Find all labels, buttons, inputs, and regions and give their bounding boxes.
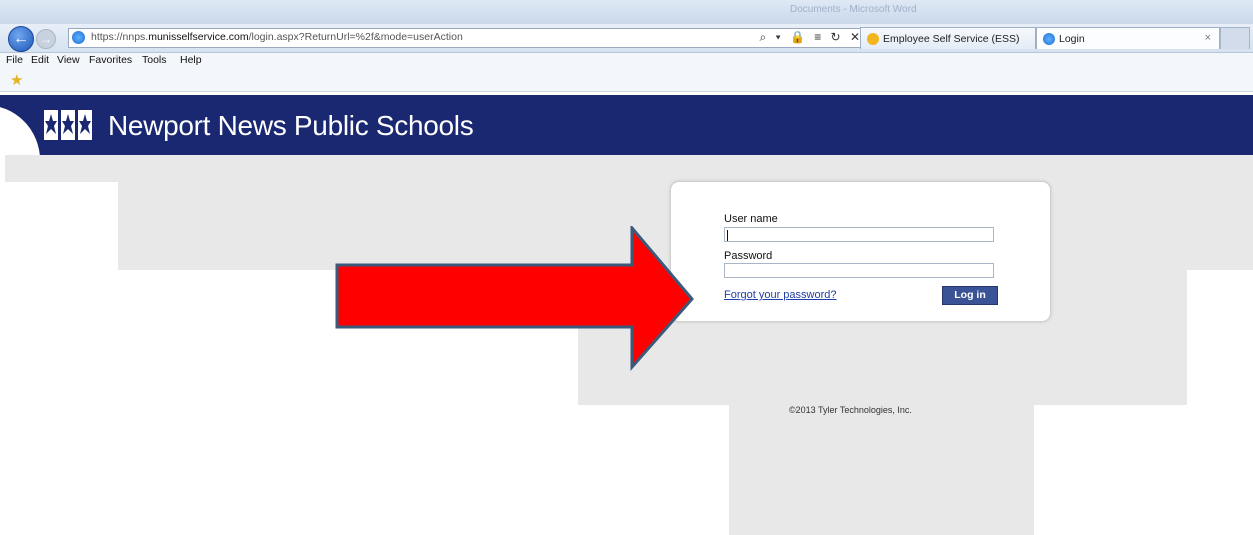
username-label: User name — [724, 213, 778, 225]
menu-favorites[interactable]: Favorites — [89, 54, 132, 66]
menu-view[interactable]: View — [57, 54, 80, 66]
menu-file[interactable]: File — [6, 54, 23, 66]
address-url[interactable]: https://nnps.munisselfservice.com/login.… — [91, 31, 463, 43]
close-tab-icon[interactable]: × — [1205, 32, 1211, 44]
url-domain: munisselfservice.com — [148, 31, 249, 43]
site-title: Newport News Public Schools — [108, 110, 474, 141]
arrow-left-icon: ← — [13, 30, 29, 47]
login-panel: User name Password Forgot your password?… — [670, 181, 1051, 322]
gray-band-bottom — [729, 405, 1034, 535]
banner-curve — [0, 105, 40, 155]
arrow-right-icon: → — [40, 32, 52, 46]
password-input[interactable] — [724, 263, 994, 278]
password-label: Password — [724, 250, 773, 262]
forgot-password-link[interactable]: Forgot your password? — [724, 289, 837, 301]
menu-help[interactable]: Help — [180, 54, 202, 66]
username-input[interactable] — [724, 227, 994, 242]
url-prefix: https://nnps. — [91, 31, 149, 43]
ie-page-icon — [72, 31, 85, 44]
tab-ess[interactable]: Employee Self Service (ESS) — [860, 27, 1036, 49]
ie-page-icon — [1043, 33, 1055, 45]
menu-edit[interactable]: Edit — [31, 54, 49, 66]
nnps-logo — [44, 110, 92, 140]
text-cursor — [727, 230, 728, 241]
forward-button[interactable]: → — [36, 29, 56, 49]
window-title-bar: Documents - Microsoft Word — [0, 0, 1253, 24]
new-tab-button[interactable] — [1220, 27, 1250, 49]
gray-band-top — [5, 155, 1253, 182]
favorites-bar: ★ — [0, 69, 1253, 92]
ess-star-icon — [867, 33, 879, 45]
site-banner: Newport News Public Schools — [0, 95, 1253, 155]
window-title: Documents - Microsoft Word — [790, 4, 917, 15]
tab-login-label: Login — [1059, 33, 1085, 45]
menu-tools[interactable]: Tools — [142, 54, 167, 66]
address-bar[interactable]: https://nnps.munisselfservice.com/login.… — [68, 28, 868, 48]
copyright-footer: ©2013 Tyler Technologies, Inc. — [789, 405, 912, 415]
address-tools[interactable]: ⌕ ▾ 🔒 ≡ ↻ ✕ — [760, 30, 863, 45]
tab-login[interactable]: Login × — [1036, 27, 1220, 49]
menu-bar: File Edit View Favorites Tools Help — [0, 53, 1253, 69]
red-arrow-annotation — [335, 226, 694, 371]
back-button[interactable]: ← — [8, 26, 34, 52]
url-path: /login.aspx?ReturnUrl=%2f&mode=userActio… — [248, 31, 463, 43]
browser-nav-bar: ← → https://nnps.munisselfservice.com/lo… — [0, 24, 1253, 53]
tab-ess-label: Employee Self Service (ESS) — [883, 33, 1020, 45]
add-favorites-star-icon[interactable]: ★ — [10, 71, 23, 89]
login-button[interactable]: Log in — [942, 286, 998, 305]
